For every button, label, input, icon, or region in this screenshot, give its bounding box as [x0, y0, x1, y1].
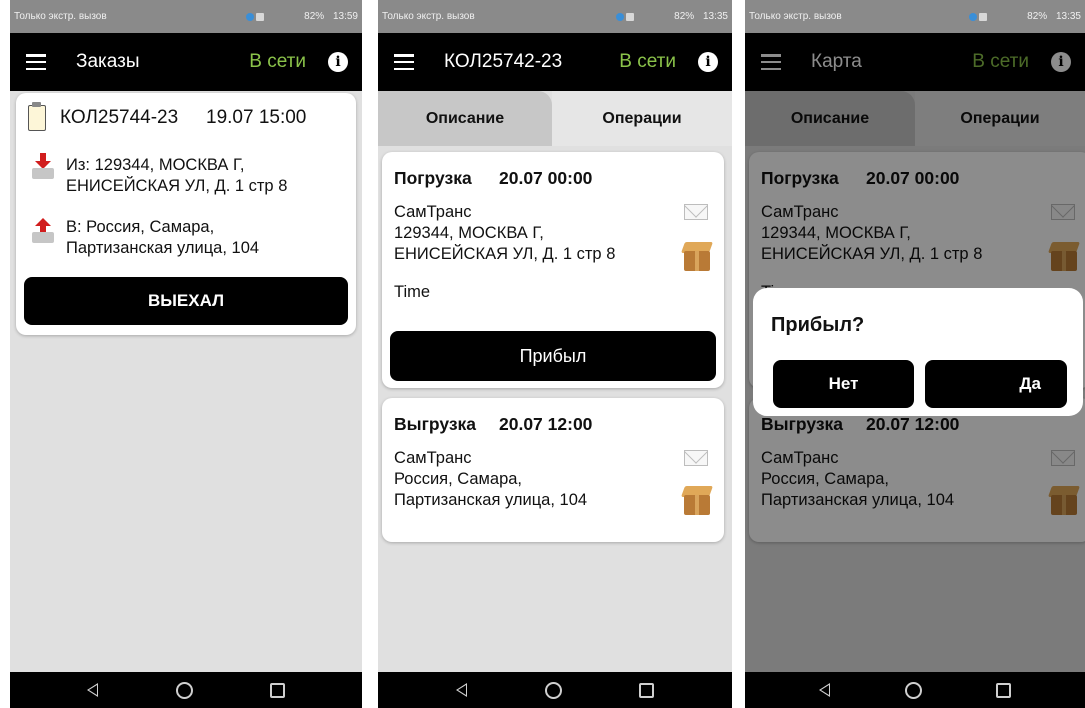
tab-description[interactable]: Описание	[378, 91, 552, 146]
address-line-1: Россия, Самара,	[394, 470, 523, 488]
company-name: СамТранс	[394, 449, 472, 467]
load-arrow-icon	[30, 217, 56, 243]
operation-details: СамТранс 129344, МОСКВА Г, ЕНИСЕЙСКАЯ УЛ…	[394, 202, 615, 265]
screen-arrival-dialog: Только экстр. вызов 82% 13:35 Карта В се…	[745, 0, 1085, 708]
to-address: В: Россия, Самара, Партизанская улица, 1…	[66, 217, 259, 259]
order-number: КОЛ25744-23	[60, 107, 179, 128]
screen-orders: Только экстр. вызов 82% 13:59 Заказы В с…	[10, 0, 362, 708]
operation-type: Погрузка	[394, 168, 472, 188]
notification-icon	[246, 12, 255, 21]
battery-time: 82% 13:35	[674, 11, 728, 22]
address-line-2: ЕНИСЕЙСКАЯ УЛ, Д. 1 стр 8	[394, 245, 616, 263]
online-status: В сети	[249, 51, 306, 72]
arrival-confirm-dialog: Прибыл? Нет Да	[753, 288, 1083, 416]
address-line-1: 129344, МОСКВА Г,	[394, 224, 544, 242]
sim-icon	[256, 12, 265, 21]
carrier-text: Только экстр. вызов	[382, 11, 475, 22]
battery-level: 82%	[1027, 11, 1048, 22]
from-line-1: Из: 129344, МОСКВА Г,	[66, 156, 245, 174]
carrier-text: Только экстр. вызов	[14, 11, 107, 22]
notification-icon	[969, 12, 978, 21]
clipboard-icon	[28, 102, 46, 131]
info-icon[interactable]: i	[698, 52, 718, 72]
package-icon[interactable]	[680, 486, 714, 516]
recents-icon[interactable]	[639, 682, 655, 698]
recents-icon[interactable]	[995, 682, 1011, 698]
clock: 13:35	[1055, 11, 1081, 22]
tab-bar: Описание Операции	[378, 91, 732, 146]
status-bar: Только экстр. вызов 82% 13:35	[745, 0, 1085, 33]
unloading-card[interactable]: Выгрузка 20.07 12:00 СамТранс Россия, Са…	[382, 398, 724, 542]
page-title: КОЛ25742-23	[444, 51, 563, 72]
system-nav-bar	[378, 672, 732, 708]
company-name: СамТранс	[394, 203, 472, 221]
back-icon[interactable]	[455, 683, 467, 697]
sim-icon	[979, 12, 988, 21]
status-bar: Только экстр. вызов 82% 13:59	[10, 0, 362, 33]
clock: 13:59	[332, 11, 358, 22]
battery-level: 82%	[304, 11, 325, 22]
yes-button[interactable]: Да	[925, 360, 1067, 408]
operation-type: Выгрузка	[394, 414, 477, 434]
from-address: Из: 129344, МОСКВА Г, ЕНИСЕЙСКАЯ УЛ, Д. …	[66, 155, 287, 197]
carrier-text: Только экстр. вызов	[749, 11, 842, 22]
tab-operations[interactable]: Операции	[552, 91, 732, 146]
sim-icon	[626, 12, 635, 21]
status-bar: Только экстр. вызов 82% 13:35	[378, 0, 732, 33]
info-icon[interactable]: i	[328, 52, 348, 72]
order-datetime: 19.07 15:00	[206, 107, 307, 128]
to-line-1: В: Россия, Самара,	[66, 218, 215, 236]
address-line-2: Партизанская улица, 104	[394, 491, 588, 509]
arrived-button[interactable]: Прибыл	[390, 331, 716, 381]
battery-time: 82% 13:59	[304, 11, 358, 22]
no-button[interactable]: Нет	[773, 360, 914, 408]
to-line-2: Партизанская улица, 104	[66, 239, 260, 257]
system-nav-bar	[10, 672, 362, 708]
operation-datetime: 20.07 12:00	[499, 414, 593, 434]
battery-time: 82% 13:35	[1027, 11, 1081, 22]
recents-icon[interactable]	[269, 682, 285, 698]
mail-icon[interactable]	[684, 450, 708, 466]
back-icon[interactable]	[819, 683, 831, 697]
mail-icon[interactable]	[684, 204, 708, 220]
battery-level: 82%	[674, 11, 695, 22]
menu-icon[interactable]	[26, 54, 46, 70]
operation-datetime: 20.07 00:00	[499, 168, 593, 188]
unload-arrow-icon	[30, 153, 56, 179]
back-icon[interactable]	[87, 683, 99, 697]
home-icon[interactable]	[175, 681, 193, 699]
time-label: Time	[394, 283, 431, 301]
screen-order-detail: Только экстр. вызов 82% 13:35 КОЛ25742-2…	[378, 0, 732, 708]
home-icon[interactable]	[904, 681, 922, 699]
from-line-2: ЕНИСЕЙСКАЯ УЛ, Д. 1 стр 8	[66, 177, 288, 195]
clock: 13:35	[702, 11, 728, 22]
dialog-title: Прибыл?	[771, 314, 865, 336]
online-status: В сети	[619, 51, 676, 72]
operation-details: СамТранс Россия, Самара, Партизанская ул…	[394, 448, 587, 511]
package-icon[interactable]	[680, 242, 714, 272]
departed-button[interactable]: ВЫЕХАЛ	[24, 277, 348, 325]
page-title: Заказы	[76, 51, 140, 72]
app-bar: Заказы В сети i	[10, 33, 362, 91]
system-nav-bar	[745, 672, 1085, 708]
app-bar: КОЛ25742-23 В сети i	[378, 33, 732, 91]
home-icon[interactable]	[544, 681, 562, 699]
notification-icon	[616, 12, 625, 21]
menu-icon[interactable]	[394, 54, 414, 70]
order-card[interactable]: КОЛ25744-23 19.07 15:00 Из: 129344, МОСК…	[16, 93, 356, 335]
loading-card[interactable]: Погрузка 20.07 00:00 СамТранс 129344, МО…	[382, 152, 724, 388]
